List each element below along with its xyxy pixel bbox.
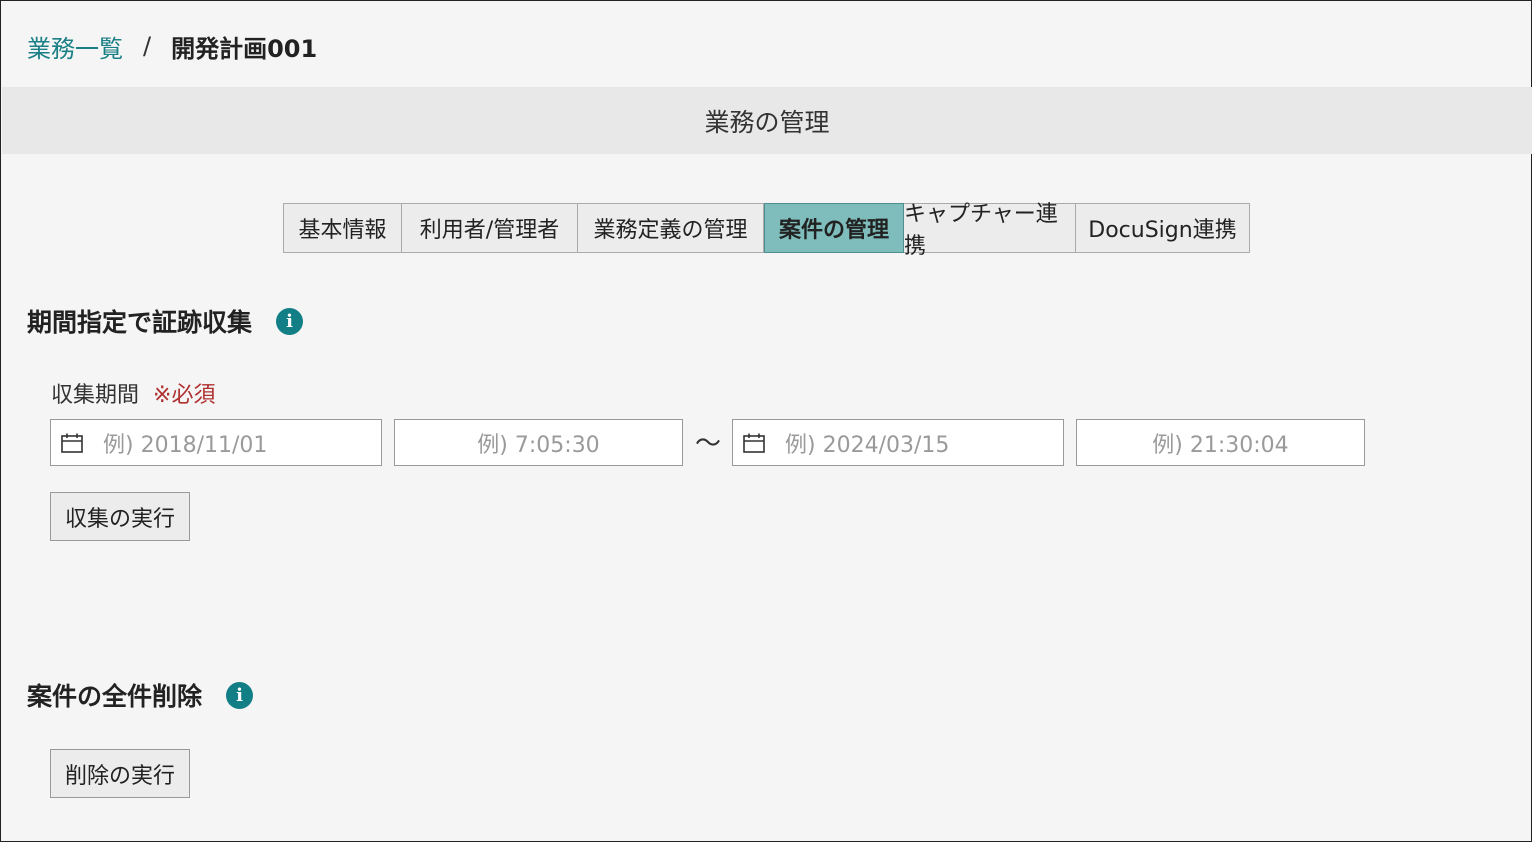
tab-business-definition[interactable]: 業務定義の管理	[578, 203, 764, 253]
info-icon[interactable]: i	[226, 681, 254, 709]
breadcrumb-link-business-list[interactable]: 業務一覧	[27, 29, 123, 64]
breadcrumb-current: 開発計画001	[171, 34, 318, 63]
breadcrumb: 業務一覧 / 開発計画001	[27, 28, 317, 64]
info-icon[interactable]: i	[276, 307, 304, 335]
collect-section-title: 期間指定で証跡収集 i	[27, 301, 304, 341]
start-date-input[interactable]: 例) 2018/11/01	[50, 419, 382, 466]
collect-execute-button[interactable]: 収集の実行	[50, 492, 190, 541]
page-frame: 業務一覧 / 開発計画001 業務の管理 基本情報 利用者/管理者 業務定義の管…	[0, 0, 1532, 842]
end-time-input[interactable]: 例) 21:30:04	[1076, 419, 1365, 466]
tab-docusign-integration[interactable]: DocuSign連携	[1076, 203, 1250, 253]
tab-users-admins[interactable]: 利用者/管理者	[402, 203, 578, 253]
range-separator: ～	[695, 429, 722, 459]
collect-section-heading: 期間指定で証跡収集	[27, 308, 253, 337]
start-time-input[interactable]: 例) 7:05:30	[394, 419, 683, 466]
delete-section-title: 案件の全件削除 i	[27, 675, 254, 715]
breadcrumb-separator: /	[143, 32, 152, 60]
delete-execute-button[interactable]: 削除の実行	[50, 749, 190, 798]
start-time-placeholder: 例) 7:05:30	[477, 432, 600, 458]
required-mark: ※必須	[153, 383, 216, 408]
end-time-placeholder: 例) 21:30:04	[1152, 432, 1289, 458]
tab-bar: 基本情報 利用者/管理者 業務定義の管理 案件の管理 キャプチャー連携 Docu…	[283, 202, 1250, 259]
calendar-icon	[743, 433, 765, 453]
page-header: 業務の管理	[2, 87, 1532, 154]
tab-capture-integration[interactable]: キャプチャー連携	[904, 202, 1076, 259]
period-field-label: 収集期間 ※必須	[51, 377, 215, 409]
end-date-placeholder: 例) 2024/03/15	[785, 432, 950, 458]
tab-basic-info[interactable]: 基本情報	[283, 203, 402, 253]
page-title: 業務の管理	[704, 107, 830, 137]
period-label: 収集期間	[51, 383, 140, 408]
tab-case-management[interactable]: 案件の管理	[764, 203, 904, 253]
start-date-placeholder: 例) 2018/11/01	[103, 432, 268, 458]
calendar-icon	[61, 433, 83, 453]
end-date-input[interactable]: 例) 2024/03/15	[732, 419, 1064, 466]
delete-section-heading: 案件の全件削除	[27, 682, 203, 711]
